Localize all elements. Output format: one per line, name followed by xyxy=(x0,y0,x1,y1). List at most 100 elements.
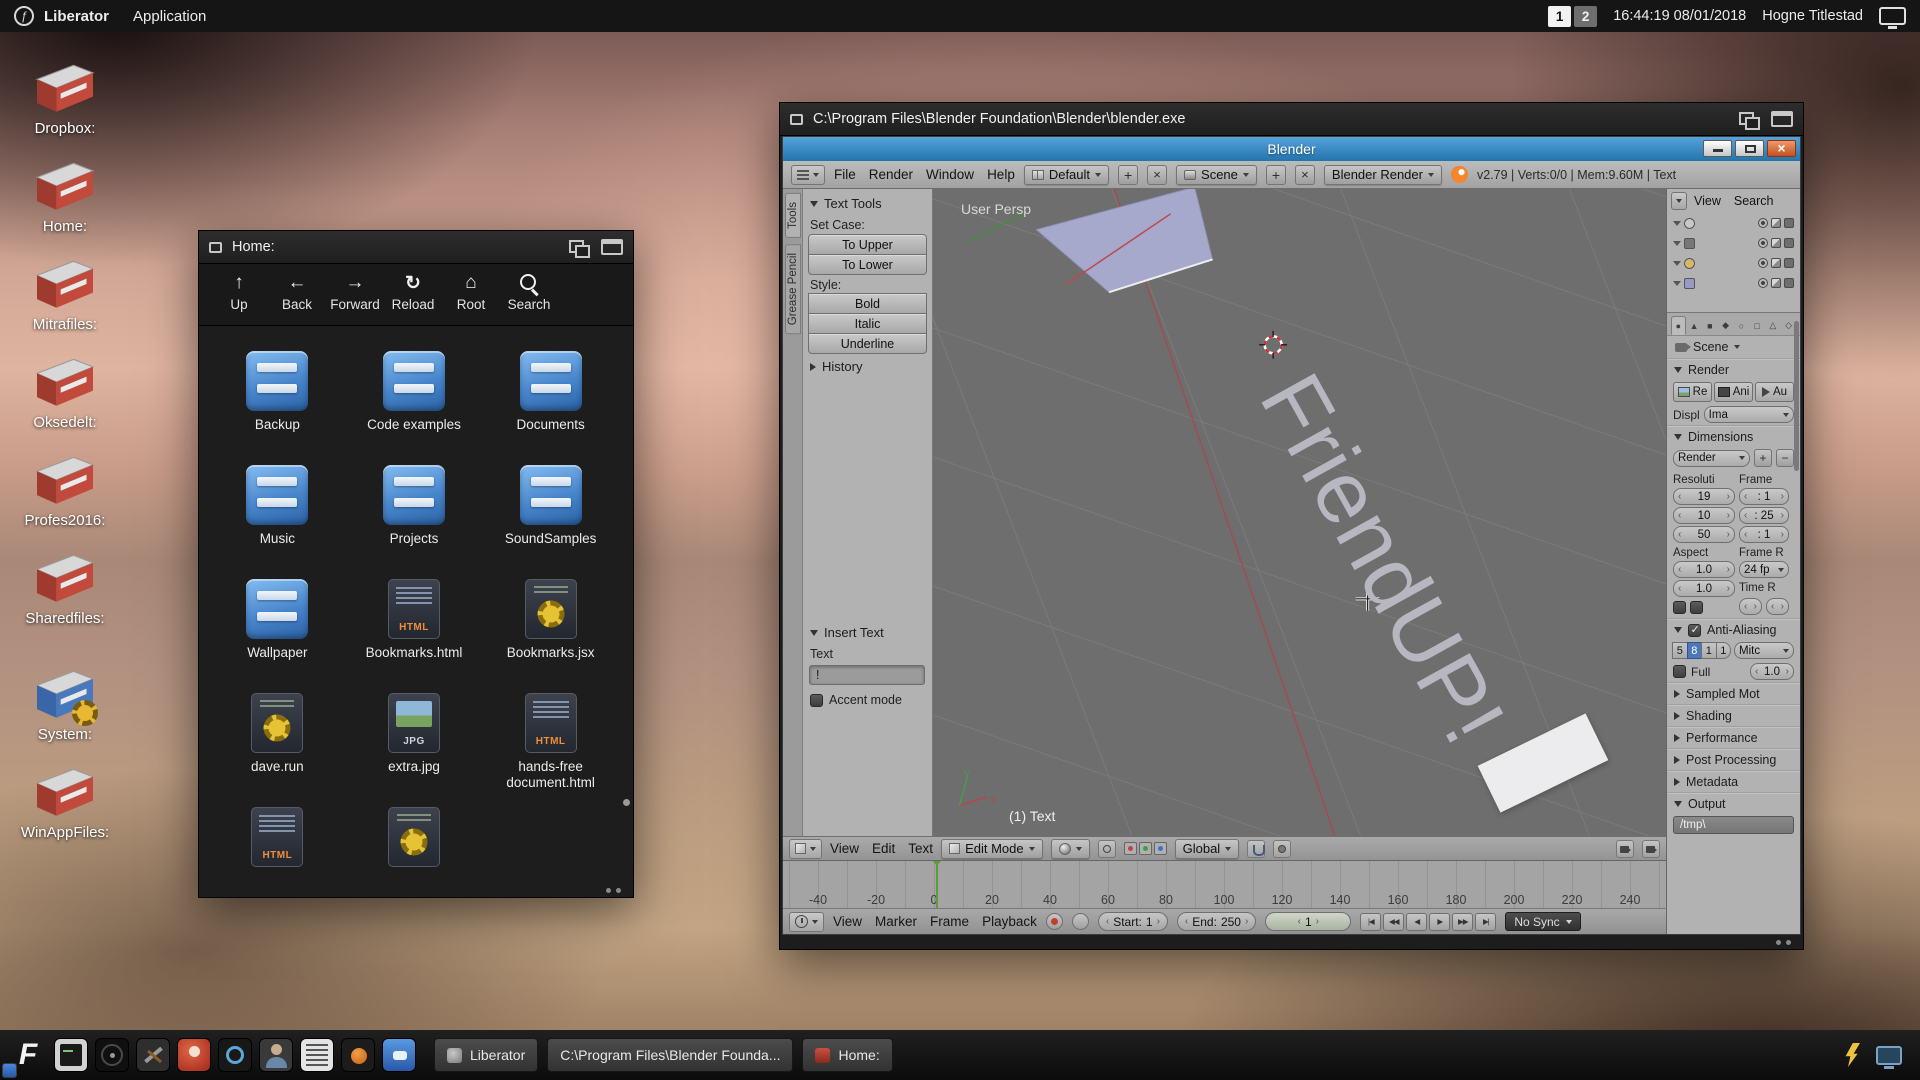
tab-render[interactable] xyxy=(1671,316,1686,335)
display-icon[interactable] xyxy=(1879,7,1906,25)
red-app-icon[interactable] xyxy=(177,1038,211,1072)
window-depth-button[interactable] xyxy=(1737,111,1761,128)
desktop-icon[interactable]: Home: xyxy=(0,158,130,250)
frame-range-field[interactable]: ‹: 1› xyxy=(1739,526,1789,543)
panel-header-render[interactable]: Render xyxy=(1667,358,1800,380)
menu-item[interactable]: Text xyxy=(908,841,933,856)
menu-item[interactable]: Playback xyxy=(982,914,1037,929)
toolshelf-tab[interactable]: Tools xyxy=(785,193,801,238)
resize-grip[interactable] xyxy=(606,888,621,893)
resolution-field[interactable]: ‹50› xyxy=(1673,526,1735,543)
tab-world[interactable] xyxy=(1718,316,1733,335)
scene-select[interactable]: Scene xyxy=(1176,165,1257,185)
delete-scene-button[interactable] xyxy=(1295,165,1315,185)
aa-samples-button[interactable]: 1 xyxy=(1716,642,1732,659)
workspace-button[interactable]: 2 xyxy=(1574,6,1597,27)
preset-remove-button[interactable] xyxy=(1776,449,1794,467)
aspect-field[interactable]: ‹1.0› xyxy=(1673,580,1735,597)
panel-header-antialiasing[interactable]: Anti-Aliasing xyxy=(1667,618,1800,640)
panel-header-dimensions[interactable]: Dimensions xyxy=(1667,425,1800,447)
pivot-select[interactable] xyxy=(1098,840,1116,858)
opengl-render-button[interactable] xyxy=(1616,840,1634,858)
panel-header-output[interactable]: Output xyxy=(1667,792,1800,814)
resize-grip[interactable] xyxy=(1776,940,1791,945)
toolbar-button[interactable]: Search xyxy=(501,272,557,312)
playback-button[interactable]: ▶| xyxy=(1475,913,1496,931)
collapsed-panel-header[interactable]: Shading xyxy=(1667,704,1800,726)
toolbar-button[interactable]: Back xyxy=(269,272,325,312)
delete-layout-button[interactable] xyxy=(1147,165,1167,185)
task-button[interactable]: Liberator xyxy=(434,1038,538,1072)
resolution-field[interactable]: ‹19› xyxy=(1673,488,1735,505)
manipulator-buttons[interactable] xyxy=(1124,842,1167,855)
toolbar-button[interactable]: Up xyxy=(211,272,267,312)
resolution-field[interactable]: ‹10› xyxy=(1673,507,1735,524)
border-checkbox[interactable] xyxy=(1673,601,1686,614)
menu-item[interactable]: View xyxy=(830,841,859,856)
sync-mode-select[interactable]: No Sync xyxy=(1505,912,1580,931)
terminal-icon[interactable] xyxy=(54,1038,88,1072)
preset-add-button[interactable] xyxy=(1754,449,1772,467)
desktop-icon[interactable]: Oksedelt: xyxy=(0,354,130,446)
disc-icon[interactable] xyxy=(95,1038,129,1072)
orange-app-icon[interactable] xyxy=(341,1038,375,1072)
style-button[interactable]: Underline xyxy=(808,333,927,354)
file-item[interactable] xyxy=(346,807,483,897)
editor-type-button[interactable] xyxy=(789,839,822,859)
frame-range-field[interactable]: ‹: 1› xyxy=(1739,488,1789,505)
close-button[interactable] xyxy=(1767,140,1796,157)
render-engine-select[interactable]: Blender Render xyxy=(1324,165,1442,185)
file-manager-titlebar[interactable]: Home: xyxy=(199,231,633,264)
menu-item[interactable]: Window xyxy=(926,167,974,182)
application-menu[interactable]: Application xyxy=(133,8,206,25)
full-sample-checkbox[interactable]: Full xyxy=(1673,665,1747,679)
frame-start-field[interactable]: ‹Start:1› xyxy=(1098,912,1168,931)
blender-titlebar[interactable]: Blender xyxy=(783,137,1800,161)
accent-mode-checkbox[interactable]: Accent mode xyxy=(808,687,927,713)
desktop-icon[interactable]: WinAppFiles: xyxy=(0,764,130,856)
menu-item[interactable]: Frame xyxy=(930,914,969,929)
mode-select[interactable]: Edit Mode xyxy=(941,839,1043,859)
aa-filter-select[interactable]: Mitc xyxy=(1734,642,1794,659)
tab-constraints[interactable] xyxy=(1750,316,1765,335)
menu-item[interactable]: File xyxy=(834,167,856,182)
tab-render-layers[interactable] xyxy=(1687,316,1702,335)
tools-icon[interactable] xyxy=(136,1038,170,1072)
menu-item[interactable]: View xyxy=(833,914,862,929)
frame-range-field[interactable]: ‹: 25› xyxy=(1739,507,1789,524)
collapsed-panel-header[interactable]: Post Processing xyxy=(1667,748,1800,770)
window-shade-button[interactable] xyxy=(601,239,623,255)
toolbar-button[interactable]: Root xyxy=(443,272,499,312)
aa-samples-button[interactable]: 5 xyxy=(1672,642,1688,659)
window-shade-button[interactable] xyxy=(1771,111,1793,127)
file-item[interactable]: Projects xyxy=(346,465,483,579)
menu-item[interactable]: View xyxy=(1694,194,1721,208)
editor-type-button[interactable] xyxy=(791,165,825,185)
file-item[interactable]: SoundSamples xyxy=(482,465,619,579)
filter-size-field[interactable]: ‹1.0› xyxy=(1750,663,1794,680)
screens-icon[interactable] xyxy=(1876,1046,1902,1065)
file-item[interactable]: extra.jpg xyxy=(346,693,483,807)
maximize-button[interactable] xyxy=(1735,140,1764,157)
workspace-button[interactable]: 1 xyxy=(1548,6,1571,27)
playback-button[interactable]: ◀◀ xyxy=(1383,913,1404,931)
shading-select[interactable] xyxy=(1051,839,1090,859)
ring-app-icon[interactable] xyxy=(218,1038,252,1072)
file-item[interactable]: Code examples xyxy=(346,351,483,465)
fps-select[interactable]: 24 fp xyxy=(1739,561,1789,578)
chat-app-icon[interactable] xyxy=(382,1038,416,1072)
add-layout-button[interactable] xyxy=(1118,165,1138,185)
blender-window-titlebar[interactable]: C:\Program Files\Blender Foundation\Blen… xyxy=(780,103,1803,136)
editor-type-button[interactable] xyxy=(1671,192,1687,210)
frame-end-field[interactable]: ‹End:250› xyxy=(1177,912,1256,931)
time-old-field[interactable]: ‹› xyxy=(1739,598,1762,615)
file-item[interactable]: Bookmarks.html xyxy=(346,579,483,693)
auto-keyframe-button[interactable] xyxy=(1046,913,1063,930)
news-icon[interactable] xyxy=(300,1038,334,1072)
timeline-ruler[interactable]: -40-200204060801001201401601802002202402… xyxy=(783,861,1666,908)
menu-item[interactable]: Edit xyxy=(872,841,895,856)
desktop-icon[interactable]: Sharedfiles: xyxy=(0,550,130,642)
collapsed-panel-header[interactable]: Sampled Mot xyxy=(1667,682,1800,704)
editor-type-button[interactable] xyxy=(789,912,824,932)
mesh-plane[interactable] xyxy=(1036,189,1212,292)
